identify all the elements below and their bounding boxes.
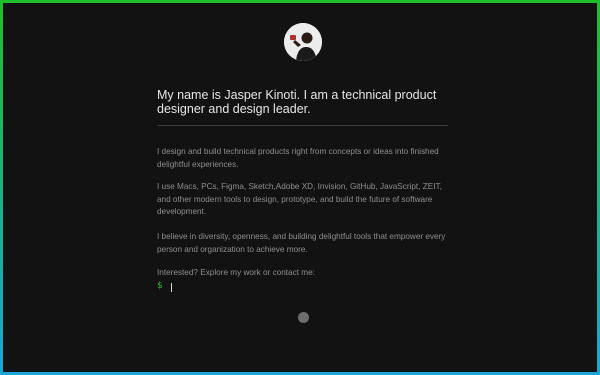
avatar [284,23,322,61]
divider [157,125,448,126]
terminal-input-cursor[interactable] [171,283,172,292]
page-title: My name is Jasper Kinoti. I am a technic… [157,88,437,116]
avatar-photo-icon [284,23,322,61]
terminal-prompt: $ [157,281,163,291]
contact-prompt-text: Interested? Explore my work or contact m… [157,268,315,277]
about-paragraph-2: I use Macs, PCs, Figma, Sketch,Adobe XD,… [157,182,442,216]
about-paragraph-3: I believe in diversity, openness, and bu… [157,232,446,254]
about-paragraph-1: I design and build technical products ri… [157,147,439,169]
page-frame: My name is Jasper Kinoti. I am a technic… [3,3,597,372]
scroll-dot-button[interactable] [298,312,309,323]
